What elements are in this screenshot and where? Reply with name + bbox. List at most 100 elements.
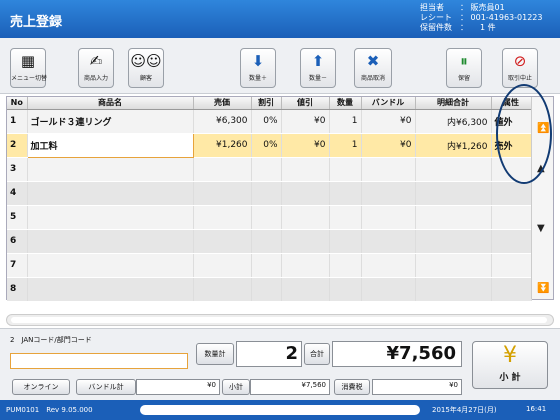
row-no: 4 bbox=[7, 181, 28, 206]
row-attribute bbox=[491, 181, 532, 206]
qty-total-label: 数量計 bbox=[196, 343, 234, 365]
row-price bbox=[193, 157, 252, 182]
jan-label: 2 JANコード/部門コード bbox=[10, 336, 92, 344]
receipt-info: レシート： 001-41963-01223 bbox=[420, 13, 543, 22]
row-attribute bbox=[491, 277, 532, 302]
row-bundle bbox=[361, 181, 416, 206]
scroll-down-icon[interactable]: ▼ bbox=[537, 223, 545, 234]
row-bundle: ¥0 bbox=[361, 133, 416, 158]
row-markdown bbox=[281, 205, 330, 230]
product-input-button[interactable]: ✍ 商品入力 bbox=[78, 48, 114, 88]
row-price: ¥6,300 bbox=[193, 109, 252, 134]
table-row[interactable]: 6 bbox=[7, 229, 532, 254]
row-line-total: 内¥6,300 bbox=[415, 109, 492, 134]
row-name bbox=[27, 277, 194, 302]
row-markdown bbox=[281, 229, 330, 254]
row-name: ゴールド３連リング bbox=[27, 109, 194, 134]
menu-switch-button[interactable]: ▦ メニュー切替 bbox=[10, 48, 47, 88]
cart-cancel-icon: ✖ bbox=[366, 52, 380, 70]
row-discount: 0% bbox=[251, 109, 282, 134]
cancel-transaction-button[interactable]: ⊘ 取引中止 bbox=[502, 48, 538, 88]
customers-icon: ☺☺ bbox=[130, 52, 162, 70]
grand-total-value: ¥7,560 bbox=[386, 343, 456, 364]
hold-count-info: 保留件数： 1 件 bbox=[420, 23, 496, 32]
row-no: 8 bbox=[7, 277, 28, 302]
table-row[interactable]: 5 bbox=[7, 205, 532, 230]
title-bar: 売上登録 担当者： 販売員01 レシート： 001-41963-01223 保留… bbox=[0, 0, 560, 38]
table-row[interactable]: 7 bbox=[7, 253, 532, 278]
cart-plus-icon: ⬇ bbox=[251, 52, 265, 70]
row-markdown: ¥0 bbox=[281, 109, 330, 134]
qty-minus-button[interactable]: ⬆ 数量－ bbox=[300, 48, 336, 88]
row-discount bbox=[251, 157, 282, 182]
row-name bbox=[27, 181, 194, 206]
row-bundle bbox=[361, 229, 416, 254]
bundle-total-value: ¥0 bbox=[207, 381, 216, 389]
cart-minus-icon: ⬆ bbox=[311, 52, 325, 70]
row-no: 6 bbox=[7, 229, 28, 254]
row-markdown bbox=[281, 253, 330, 278]
qty-plus-button[interactable]: ⬇ 数量＋ bbox=[240, 48, 276, 88]
row-price bbox=[193, 181, 252, 206]
row-bundle bbox=[361, 277, 416, 302]
row-discount bbox=[251, 205, 282, 230]
jan-input[interactable] bbox=[10, 353, 188, 369]
tax-label: 消費税 bbox=[334, 379, 370, 395]
hold-button[interactable]: ⏸ 保留 bbox=[446, 48, 482, 88]
horizontal-scrollbar[interactable] bbox=[6, 314, 554, 326]
row-discount bbox=[251, 181, 282, 206]
col-bundle: バンドル bbox=[361, 97, 416, 110]
subtotal-value: ¥7,560 bbox=[301, 381, 327, 389]
table-row[interactable]: 1 ゴールド３連リング ¥6,300 0% ¥0 1 ¥0 内¥6,300 値外 bbox=[7, 109, 532, 134]
row-price bbox=[193, 229, 252, 254]
row-discount bbox=[251, 229, 282, 254]
hand-icon: ✍ bbox=[89, 52, 103, 70]
staff-info: 担当者： 販売員01 bbox=[420, 3, 505, 12]
grand-total-label: 合計 bbox=[304, 343, 330, 365]
row-no: 5 bbox=[7, 205, 28, 230]
col-qty: 数量 bbox=[329, 97, 362, 110]
version-text: PUM0101 Rev 9.05.000 bbox=[6, 406, 93, 414]
col-price: 売価 bbox=[193, 97, 252, 110]
row-markdown bbox=[281, 277, 330, 302]
row-qty: 1 bbox=[329, 133, 362, 158]
row-name: 加工料 bbox=[26, 132, 194, 158]
row-qty bbox=[329, 157, 362, 182]
item-cancel-button[interactable]: ✖ 商品取消 bbox=[354, 48, 392, 88]
row-qty bbox=[329, 253, 362, 278]
row-discount bbox=[251, 277, 282, 302]
row-line-total: 内¥1,260 bbox=[415, 133, 492, 158]
row-qty bbox=[329, 205, 362, 230]
row-line-total bbox=[415, 205, 492, 230]
customer-button[interactable]: ☺☺ 顧客 bbox=[128, 48, 164, 88]
table-row[interactable]: 8 bbox=[7, 277, 532, 302]
subtotal-button-label: 小 計 bbox=[499, 373, 521, 383]
row-no: 1 bbox=[7, 109, 28, 134]
menu-grid-icon: ▦ bbox=[20, 52, 36, 70]
row-line-total bbox=[415, 157, 492, 182]
row-line-total bbox=[415, 253, 492, 278]
table-row[interactable]: 4 bbox=[7, 181, 532, 206]
online-button[interactable]: オンライン bbox=[12, 379, 70, 395]
progress-bar bbox=[140, 405, 420, 415]
row-bundle: ¥0 bbox=[361, 109, 416, 134]
subtotal-button[interactable]: ¥ 小 計 bbox=[472, 341, 548, 389]
row-bundle bbox=[361, 253, 416, 278]
bundle-total-label: バンドル計 bbox=[76, 379, 136, 395]
col-name: 商品名 bbox=[27, 97, 194, 110]
col-line-total: 明細合計 bbox=[415, 97, 492, 110]
header-info: 担当者： 販売員01 レシート： 001-41963-01223 保留件数： 1… bbox=[420, 3, 542, 33]
row-no: 3 bbox=[7, 157, 28, 182]
table-header: No 商品名 売価 割引 値引 数量 バンドル 明細合計 属性 bbox=[7, 97, 532, 110]
row-price bbox=[193, 205, 252, 230]
table-row[interactable]: 3 bbox=[7, 157, 532, 182]
row-markdown bbox=[281, 157, 330, 182]
scroll-thumb[interactable] bbox=[11, 317, 547, 323]
row-line-total bbox=[415, 277, 492, 302]
tax-value: ¥0 bbox=[449, 381, 458, 389]
scroll-bottom-icon[interactable]: ⏬ bbox=[537, 283, 549, 294]
row-price: ¥1,260 bbox=[193, 133, 252, 158]
status-bar: PUM0101 Rev 9.05.000 2015年4月27日(月) 16:41 bbox=[0, 400, 560, 420]
row-price bbox=[193, 253, 252, 278]
table-row[interactable]: 2 加工料 ¥1,260 0% ¥0 1 ¥0 内¥1,260 売外 bbox=[7, 132, 532, 158]
